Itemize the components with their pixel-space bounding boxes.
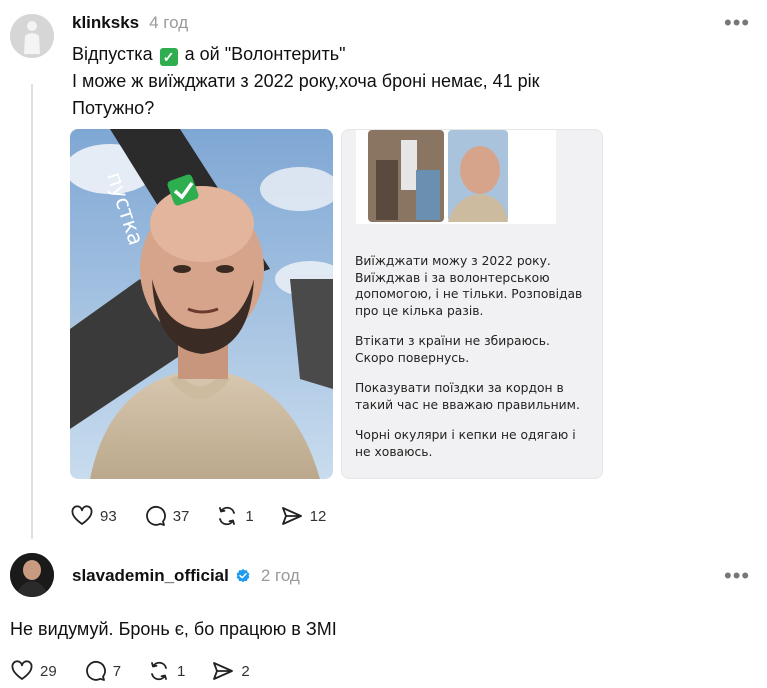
story-thumbnails-image <box>368 130 508 222</box>
like-count: 93 <box>100 507 117 525</box>
reply-actions: 29 7 1 2 <box>10 659 250 683</box>
post-text-line1-a: Відпустка <box>72 44 153 64</box>
post-screenshot[interactable]: Виїжджати можу з 2022 року. Виїжджав і з… <box>341 129 603 479</box>
thread-line <box>31 84 33 539</box>
reply-avatar[interactable] <box>10 553 54 597</box>
post-actions: 93 37 1 12 <box>70 504 326 528</box>
story-paragraph-3: Показувати поїздки за кордон в такий час… <box>355 381 580 412</box>
avatar[interactable] <box>10 14 54 58</box>
reply-avatar-portrait-icon <box>10 553 54 597</box>
send-icon <box>281 507 302 525</box>
reply-time[interactable]: 2 год <box>261 566 300 586</box>
reply-repost-button[interactable]: 1 <box>147 659 185 683</box>
post-photo[interactable]: пустка <box>70 129 333 479</box>
story-paragraph-2: Втікати з країни не збираюсь. Скоро пове… <box>355 334 550 365</box>
post-text-line3: Потужно? <box>72 98 155 118</box>
share-button[interactable]: 12 <box>280 504 327 528</box>
reply-comment-button[interactable]: 7 <box>83 659 121 683</box>
more-dots-icon[interactable]: ••• <box>724 12 750 34</box>
send-icon <box>213 662 234 680</box>
share-count: 12 <box>309 507 327 525</box>
reply-like-count: 29 <box>40 662 57 680</box>
story-thumbs <box>356 130 556 224</box>
comment-bubble-icon <box>85 660 106 681</box>
post-text-line2: І може ж виїжджати з 2022 року,хоча брон… <box>72 71 540 91</box>
reply-share-count: 2 <box>241 662 250 680</box>
heart-icon <box>11 660 33 680</box>
post-body: Відпустка ✓ а ой "Волонтерить" І може ж … <box>72 41 752 122</box>
check-mark-icon: ✓ <box>159 48 178 66</box>
post-time[interactable]: 4 год <box>149 13 188 33</box>
comment-bubble-icon <box>145 505 166 526</box>
repost-button[interactable]: 1 <box>215 504 254 528</box>
repost-icon <box>151 661 167 681</box>
reply-repost-count: 1 <box>177 662 186 680</box>
reply-comment-count: 7 <box>112 662 122 680</box>
post-username[interactable]: klinksks <box>72 13 139 33</box>
verified-badge-icon <box>236 569 250 583</box>
story-paragraph-4: Чорні окуляри і кепки не одягаю і не хов… <box>355 428 576 459</box>
reply-text: Не видумуй. Бронь є, бо працюю в ЗМІ <box>10 619 337 639</box>
repost-count: 1 <box>245 507 254 525</box>
like-button[interactable]: 93 <box>70 504 117 528</box>
reply-more-dots-icon[interactable]: ••• <box>724 565 750 587</box>
comment-button[interactable]: 37 <box>143 504 190 528</box>
reply-like-button[interactable]: 29 <box>10 659 57 683</box>
reply-username[interactable]: slavademin_official <box>72 566 229 586</box>
post-text-line1-b: а ой "Волонтерить" <box>184 44 346 64</box>
repost-icon <box>219 506 236 526</box>
reply-share-button[interactable]: 2 <box>211 659 250 683</box>
story-paragraph-1: Виїжджати можу з 2022 року. Виїжджав і з… <box>355 254 583 318</box>
heart-icon <box>71 505 93 525</box>
story-text: Виїжджати можу з 2022 року. Виїжджав і з… <box>355 253 591 474</box>
avatar-figure-icon <box>10 14 54 58</box>
comment-count: 37 <box>172 507 190 525</box>
